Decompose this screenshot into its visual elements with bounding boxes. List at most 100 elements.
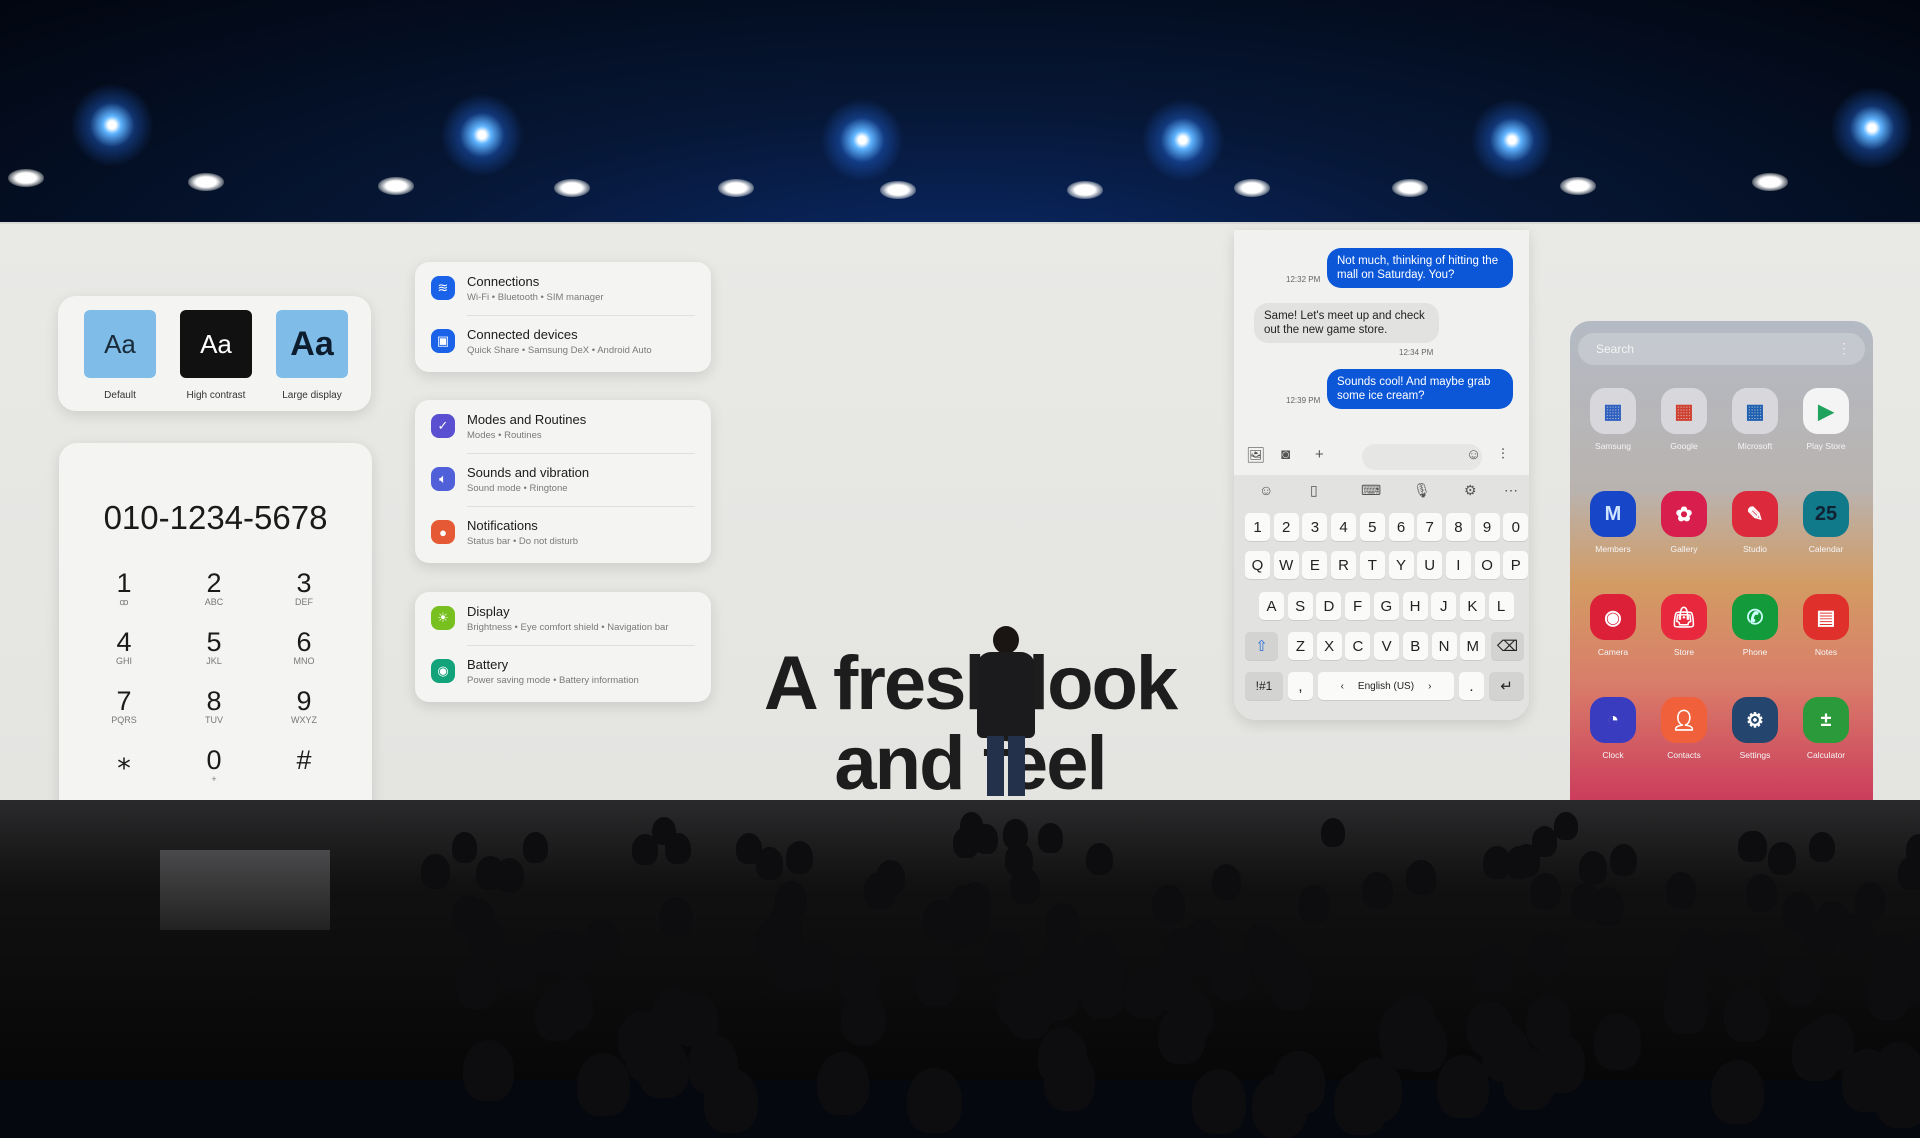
key-8: 8	[1445, 513, 1471, 541]
app-label: Store	[1673, 647, 1695, 657]
font-style-label: High contrast	[186, 390, 246, 401]
audience-member-head	[1803, 912, 1840, 955]
audience-member-head	[1123, 968, 1166, 1020]
routines-icon: ✓	[431, 414, 455, 438]
spotlight	[378, 177, 414, 195]
dial-digit: 9	[296, 686, 312, 716]
audience-member-head	[1528, 931, 1567, 978]
audience-member-head	[876, 860, 906, 896]
spotlight	[188, 173, 224, 191]
key-N: N	[1431, 632, 1457, 660]
app-icon-phone: ✆	[1732, 594, 1778, 640]
settings-item-title: Notifications	[467, 518, 538, 533]
audience-member-head	[463, 1039, 515, 1101]
font-style-option-0: Aa	[84, 310, 156, 378]
key-U: U	[1417, 551, 1443, 579]
camera-icon: ◙	[1281, 446, 1291, 463]
key-D: D	[1316, 592, 1342, 620]
audience-member-head	[549, 929, 587, 975]
dial-key-2: 2 ABC	[179, 568, 249, 607]
key-6: 6	[1388, 513, 1414, 541]
audience-member-head	[664, 832, 691, 865]
app-icon-studio: ✎	[1732, 491, 1778, 537]
audience-member-head	[498, 943, 538, 991]
audience-member-head	[1481, 1023, 1531, 1082]
dial-digit: 2	[206, 568, 222, 598]
settings-item-subtitle: Wi-Fi • Bluetooth • SIM manager	[467, 292, 604, 303]
app-icon-contacts: 👤︎	[1661, 697, 1707, 743]
divider	[467, 506, 695, 507]
key-I: I	[1445, 551, 1471, 579]
key-Z: Z	[1288, 632, 1313, 660]
language-label: English (US)	[1357, 680, 1415, 692]
dialer-card: 010-1234-5678 1 ꝏ 2 ABC 3 DEF 4 GHI 5 JKL 6 MNO 7 PQR…	[59, 443, 372, 823]
key-Q: Q	[1245, 551, 1270, 579]
key-9: 9	[1474, 513, 1500, 541]
search-placeholder: Search	[1596, 342, 1635, 356]
key-Y: Y	[1388, 551, 1414, 579]
app-icon-google: ▦	[1661, 388, 1707, 434]
key-S: S	[1287, 592, 1313, 620]
audience-member-head	[1768, 842, 1796, 875]
divider	[467, 315, 695, 316]
dial-letters: ꝏ	[119, 597, 129, 607]
audience-member-head	[1298, 884, 1331, 924]
dial-digit: 7	[116, 686, 132, 716]
emoji-icon: ☺	[1259, 482, 1274, 498]
dial-key-4: 4 GHI	[89, 627, 159, 666]
audience-member-head	[1569, 882, 1602, 922]
dial-key-0: 0 +	[179, 745, 249, 784]
audience-member-head	[1724, 988, 1769, 1042]
stage-light	[67, 80, 157, 170]
spotlight	[1234, 179, 1270, 197]
key-H: H	[1402, 592, 1428, 620]
settings-item-title: Sounds and vibration	[467, 465, 590, 480]
app-label: Phone	[1742, 647, 1768, 657]
audience-member-head	[476, 855, 505, 890]
dial-digit: 8	[206, 686, 222, 716]
key-X: X	[1316, 632, 1342, 660]
settings-item-title: Connected devices	[467, 327, 578, 342]
key-W: W	[1273, 551, 1299, 579]
audience-member-head	[1809, 831, 1836, 863]
key-4: 4	[1331, 513, 1357, 541]
comma-key: ,	[1288, 672, 1313, 700]
app-icon-gallery: ✿	[1661, 491, 1707, 537]
stage-ceiling-lights	[0, 0, 1920, 230]
devices-icon: ▣	[431, 329, 455, 353]
voice-wave-icon: ⫶	[1501, 446, 1505, 463]
app-icon-play-store: ▶	[1803, 388, 1849, 434]
settings-item-title: Connections	[467, 274, 540, 289]
audience-member-head	[973, 823, 999, 854]
settings-item-connections: ≋ Connections Wi-Fi • Bluetooth • SIM mana…	[431, 264, 695, 316]
audience-member-head	[1710, 1060, 1764, 1125]
audience-member-head	[1152, 885, 1185, 925]
dial-digit: 4	[116, 627, 132, 657]
app-label: Notes	[1814, 647, 1838, 657]
dial-digit: 6	[296, 627, 312, 657]
audience-member-head	[1746, 874, 1778, 912]
audience-member-head	[583, 918, 620, 963]
font-style-label: Default	[104, 390, 136, 401]
app-label: Members	[1595, 544, 1631, 554]
settings-group-0: ≋ Connections Wi-Fi • Bluetooth • SIM mana…	[415, 262, 711, 372]
stage-light	[437, 90, 527, 180]
key-M: M	[1460, 632, 1486, 660]
settings-item-subtitle: Quick Share • Samsung DeX • Android Auto	[467, 345, 652, 356]
audience-member-head	[1593, 1012, 1642, 1070]
key-V: V	[1374, 632, 1400, 660]
app-icon-microsoft: ▦	[1732, 388, 1778, 434]
spotlight	[1752, 173, 1788, 191]
stage-light	[1827, 83, 1917, 173]
app-label: Settings	[1739, 750, 1771, 760]
period-key: .	[1459, 672, 1484, 700]
sound-icon: 🔈︎	[431, 467, 455, 491]
clipboard-icon: ▯	[1310, 482, 1318, 498]
audience-member-head	[735, 833, 762, 865]
dial-key-#: #	[269, 745, 339, 775]
presenter-head	[993, 626, 1019, 654]
key-A: A	[1259, 592, 1284, 620]
dial-digit: 0	[206, 745, 222, 775]
audience-member-head	[1038, 822, 1064, 853]
plus-icon: +	[1315, 446, 1324, 463]
